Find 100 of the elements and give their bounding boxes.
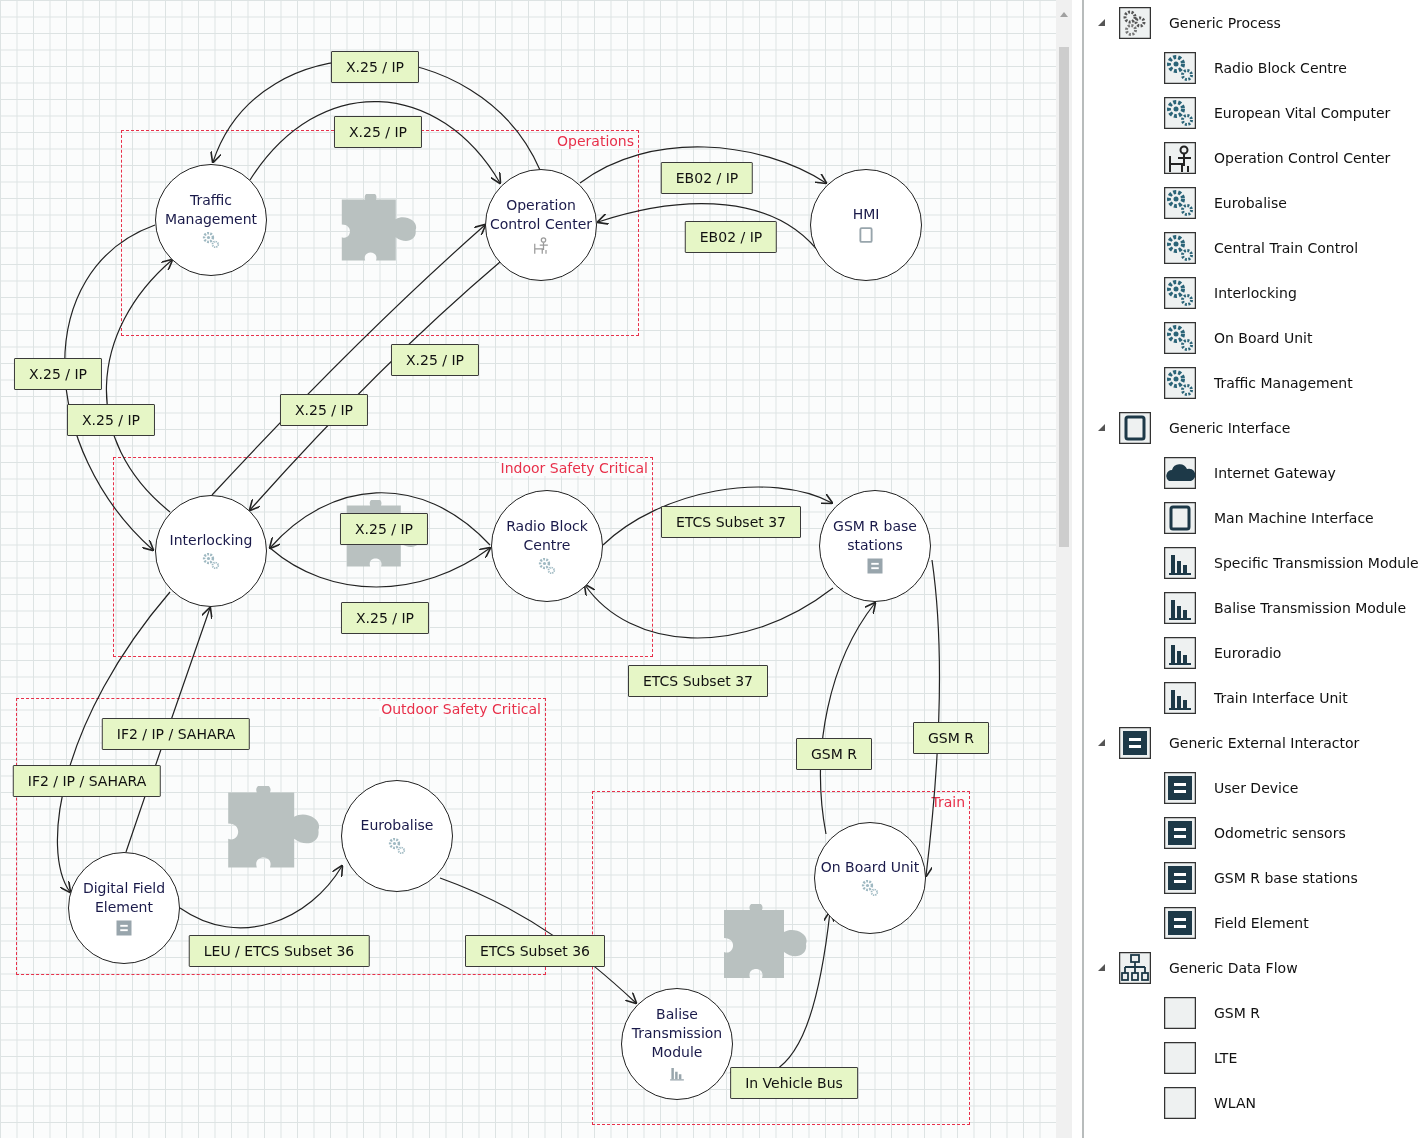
category-label: Generic Process xyxy=(1169,14,1281,31)
palette-item[interactable]: Traffic Management xyxy=(1214,374,1353,391)
person-icon xyxy=(1164,141,1196,174)
process-node[interactable]: Eurobalise xyxy=(341,780,453,892)
node-label: Balise Transmission Module xyxy=(630,1005,724,1062)
palette-item[interactable]: Euroradio xyxy=(1214,644,1282,661)
palette-item[interactable]: GSM R base stations xyxy=(1214,869,1358,886)
palette-item[interactable]: User Device xyxy=(1214,779,1299,796)
category-label: Generic External Interactor xyxy=(1169,734,1360,751)
flow-icon xyxy=(1119,951,1151,984)
process-icon xyxy=(1164,186,1196,219)
node-label: Interlocking xyxy=(168,531,254,550)
cloud-icon xyxy=(1164,456,1196,489)
puzzle-piece-icon xyxy=(340,194,418,263)
process-node[interactable]: GSM R base stations xyxy=(819,490,931,602)
module-icon xyxy=(1164,546,1196,579)
connection-label[interactable]: ETCS Subset 37 xyxy=(661,506,801,538)
expand-toggle-icon[interactable] xyxy=(1098,19,1105,26)
connection-label[interactable]: X.25 / IP xyxy=(331,51,419,83)
module-icon xyxy=(1164,636,1196,669)
process-node[interactable]: Traffic Management xyxy=(155,164,267,276)
connection-label[interactable]: X.25 / IP xyxy=(391,344,479,376)
process-node[interactable]: Interlocking xyxy=(155,495,267,607)
connection-label[interactable]: IF2 / IP / SAHARA xyxy=(101,718,251,750)
palette-item[interactable]: LTE xyxy=(1214,1049,1238,1066)
process-icon xyxy=(1164,231,1196,264)
connection-label[interactable]: X.25 / IP xyxy=(341,602,429,634)
connection-label[interactable]: IF2 / IP / SAHARA xyxy=(12,765,162,797)
connection-label[interactable]: In Vehicle Bus xyxy=(730,1067,858,1099)
process-node[interactable]: On Board Unit xyxy=(814,822,926,934)
category-label: Generic Data Flow xyxy=(1169,959,1298,976)
process-icon xyxy=(1164,321,1196,354)
connection-label[interactable]: X.25 / IP xyxy=(334,116,422,148)
palette-item[interactable]: Field Element xyxy=(1214,914,1309,931)
connection-label[interactable]: X.25 / IP xyxy=(280,394,368,426)
palette-item[interactable]: GSM R xyxy=(1214,1004,1260,1021)
process-node[interactable]: HMI xyxy=(810,169,922,281)
process-icon xyxy=(1164,51,1196,84)
module-icon xyxy=(1164,681,1196,714)
process-node[interactable]: Radio Block Centre xyxy=(491,490,603,602)
palette-item[interactable]: On Board Unit xyxy=(1214,329,1313,346)
interface-icon xyxy=(856,225,876,245)
node-label: Eurobalise xyxy=(359,816,435,835)
palette-item[interactable]: Specific Transmission Module xyxy=(1214,554,1419,571)
process-node[interactable]: Digital Field Element xyxy=(68,852,180,964)
palette-item[interactable]: Operation Control Center xyxy=(1214,149,1391,166)
connection-label[interactable]: X.25 / IP xyxy=(67,404,155,436)
node-label: Digital Field Element xyxy=(81,878,167,917)
node-label: Traffic Management xyxy=(163,190,259,229)
node-label: On Board Unit xyxy=(819,858,921,877)
process-icon xyxy=(860,878,880,898)
palette-item[interactable]: Interlocking xyxy=(1214,284,1297,301)
palette-item[interactable]: Balise Transmission Module xyxy=(1214,599,1407,616)
process-node[interactable]: Balise Transmission Module xyxy=(621,988,733,1100)
process-group-icon xyxy=(1119,6,1151,39)
puzzle-piece-icon xyxy=(722,904,808,980)
node-label: Radio Block Centre xyxy=(505,516,589,555)
group-label: Outdoor Safety Critical xyxy=(379,701,543,717)
process-icon xyxy=(537,555,557,576)
group-label: Operations xyxy=(555,133,636,149)
palette-item[interactable]: WLAN xyxy=(1214,1094,1256,1111)
palette-item[interactable]: Internet Gateway xyxy=(1214,464,1336,481)
connection-label[interactable]: ETCS Subset 37 xyxy=(628,665,768,697)
process-icon xyxy=(387,836,407,856)
palette-item[interactable]: Eurobalise xyxy=(1214,194,1287,211)
expand-toggle-icon[interactable] xyxy=(1098,964,1105,971)
palette-item[interactable]: European Vital Computer xyxy=(1214,104,1391,121)
group-label: Indoor Safety Critical xyxy=(498,460,650,476)
process-icon xyxy=(201,551,221,571)
puzzle-piece-icon xyxy=(226,786,321,870)
palette-item[interactable]: Train Interface Unit xyxy=(1214,689,1348,706)
palette-item[interactable]: Man Machine Interface xyxy=(1214,509,1374,526)
vertical-scrollbar[interactable] xyxy=(1056,0,1072,1138)
interface-icon xyxy=(1119,411,1151,444)
connection-label[interactable]: EB02 / IP xyxy=(684,221,778,253)
connection-label[interactable]: GSM R xyxy=(913,722,989,754)
expand-toggle-icon[interactable] xyxy=(1098,424,1105,431)
node-label: GSM R base stations xyxy=(832,516,918,555)
connection-label[interactable]: X.25 / IP xyxy=(14,358,102,390)
process-node[interactable]: Operation Control Center xyxy=(485,169,597,281)
interface-icon xyxy=(1164,501,1196,534)
scroll-thumb[interactable] xyxy=(1059,47,1069,547)
process-icon xyxy=(1164,366,1196,399)
connection-label[interactable]: EB02 / IP xyxy=(660,162,754,194)
category-label: Generic Interface xyxy=(1169,419,1291,436)
process-icon xyxy=(1164,276,1196,309)
process-icon xyxy=(201,229,221,250)
node-label: HMI xyxy=(851,205,881,224)
person-icon xyxy=(531,234,551,255)
palette-item[interactable]: Odometric sensors xyxy=(1214,824,1346,841)
palette-item[interactable]: Central Train Control xyxy=(1214,239,1359,256)
process-icon xyxy=(1164,96,1196,129)
module-icon xyxy=(1164,591,1196,624)
palette-item[interactable]: Radio Block Centre xyxy=(1214,59,1347,76)
connection-label[interactable]: X.25 / IP xyxy=(340,513,428,545)
node-label: Operation Control Center xyxy=(489,195,593,234)
connection-label[interactable]: GSM R xyxy=(796,738,872,770)
expand-toggle-icon[interactable] xyxy=(1098,739,1105,746)
connection-label[interactable]: LEU / ETCS Subset 36 xyxy=(188,935,370,967)
connection-label[interactable]: ETCS Subset 36 xyxy=(465,935,605,967)
